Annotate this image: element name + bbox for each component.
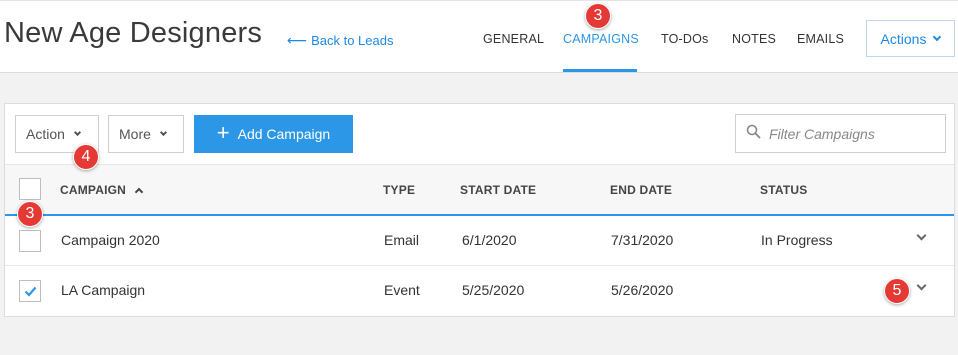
campaigns-panel: Action More + Add Campaign CAMPAIGN TYPE…: [4, 103, 955, 317]
actions-label: Actions: [880, 30, 927, 47]
sort-ascending-icon: [134, 187, 144, 197]
table-header: CAMPAIGN TYPE START DATE END DATE STATUS: [5, 164, 954, 216]
more-dropdown-button[interactable]: More: [108, 115, 184, 153]
cell-end-date: 5/26/2020: [611, 282, 674, 298]
column-header-status[interactable]: STATUS: [760, 183, 807, 197]
campaigns-toolbar: Action More + Add Campaign: [5, 104, 954, 164]
cell-type: Event: [384, 282, 420, 298]
row-expand-chevron-icon[interactable]: [916, 280, 927, 291]
back-link-label: Back to Leads: [311, 33, 394, 48]
action-label: Action: [26, 126, 65, 142]
callout-badge: 4: [73, 144, 99, 170]
tab-general[interactable]: GENERAL: [483, 32, 544, 46]
tab-emails[interactable]: EMAILS: [797, 32, 844, 46]
callout-badge: 3: [585, 3, 611, 29]
cell-end-date: 7/31/2020: [611, 232, 674, 248]
cell-campaign[interactable]: LA Campaign: [61, 282, 145, 298]
row-checkbox[interactable]: [19, 280, 41, 302]
cell-status: In Progress: [761, 232, 833, 248]
tab-todos[interactable]: TO-DOs: [661, 32, 709, 46]
callout-badge: 3: [17, 201, 43, 227]
plus-icon: +: [216, 120, 230, 145]
cell-type: Email: [384, 232, 420, 248]
column-header-end-date[interactable]: END DATE: [610, 183, 672, 197]
add-campaign-button[interactable]: + Add Campaign: [194, 115, 353, 153]
filter-campaigns-field[interactable]: [735, 114, 946, 153]
chevron-down-icon: [73, 128, 81, 137]
cell-start-date: 6/1/2020: [462, 232, 517, 248]
add-campaign-label: Add Campaign: [237, 126, 331, 142]
column-header-type[interactable]: TYPE: [383, 183, 415, 197]
page-title: New Age Designers: [4, 17, 263, 49]
back-arrow-icon: ⟵: [287, 32, 308, 48]
select-all-checkbox[interactable]: [19, 178, 41, 200]
cell-campaign[interactable]: Campaign 2020: [61, 232, 160, 248]
active-tab-indicator: [563, 69, 637, 72]
table-row[interactable]: LA Campaign Event 5/25/2020 5/26/2020: [5, 266, 954, 316]
column-header-start-date[interactable]: START DATE: [460, 183, 536, 197]
checkmark-icon: [24, 286, 36, 297]
callout-badge: 5: [884, 278, 910, 304]
chevron-down-icon: [933, 32, 942, 42]
cell-start-date: 5/25/2020: [462, 282, 525, 298]
more-label: More: [119, 126, 151, 142]
tab-notes[interactable]: NOTES: [732, 32, 776, 46]
back-to-leads-link[interactable]: ⟵ Back to Leads: [287, 32, 393, 49]
column-header-campaign[interactable]: CAMPAIGN: [60, 183, 144, 197]
tab-campaigns[interactable]: CAMPAIGNS: [563, 32, 639, 46]
column-campaign-label: CAMPAIGN: [60, 183, 127, 197]
search-icon: [746, 124, 761, 144]
actions-dropdown-button[interactable]: Actions: [866, 20, 955, 57]
chevron-down-icon: [159, 128, 167, 137]
filter-campaigns-input[interactable]: [769, 125, 939, 142]
row-checkbox[interactable]: [19, 230, 41, 252]
table-row[interactable]: Campaign 2020 Email 6/1/2020 7/31/2020 I…: [5, 216, 954, 266]
row-expand-chevron-icon[interactable]: [916, 230, 927, 241]
page-header: New Age Designers ⟵ Back to Leads GENERAL…: [0, 0, 958, 73]
